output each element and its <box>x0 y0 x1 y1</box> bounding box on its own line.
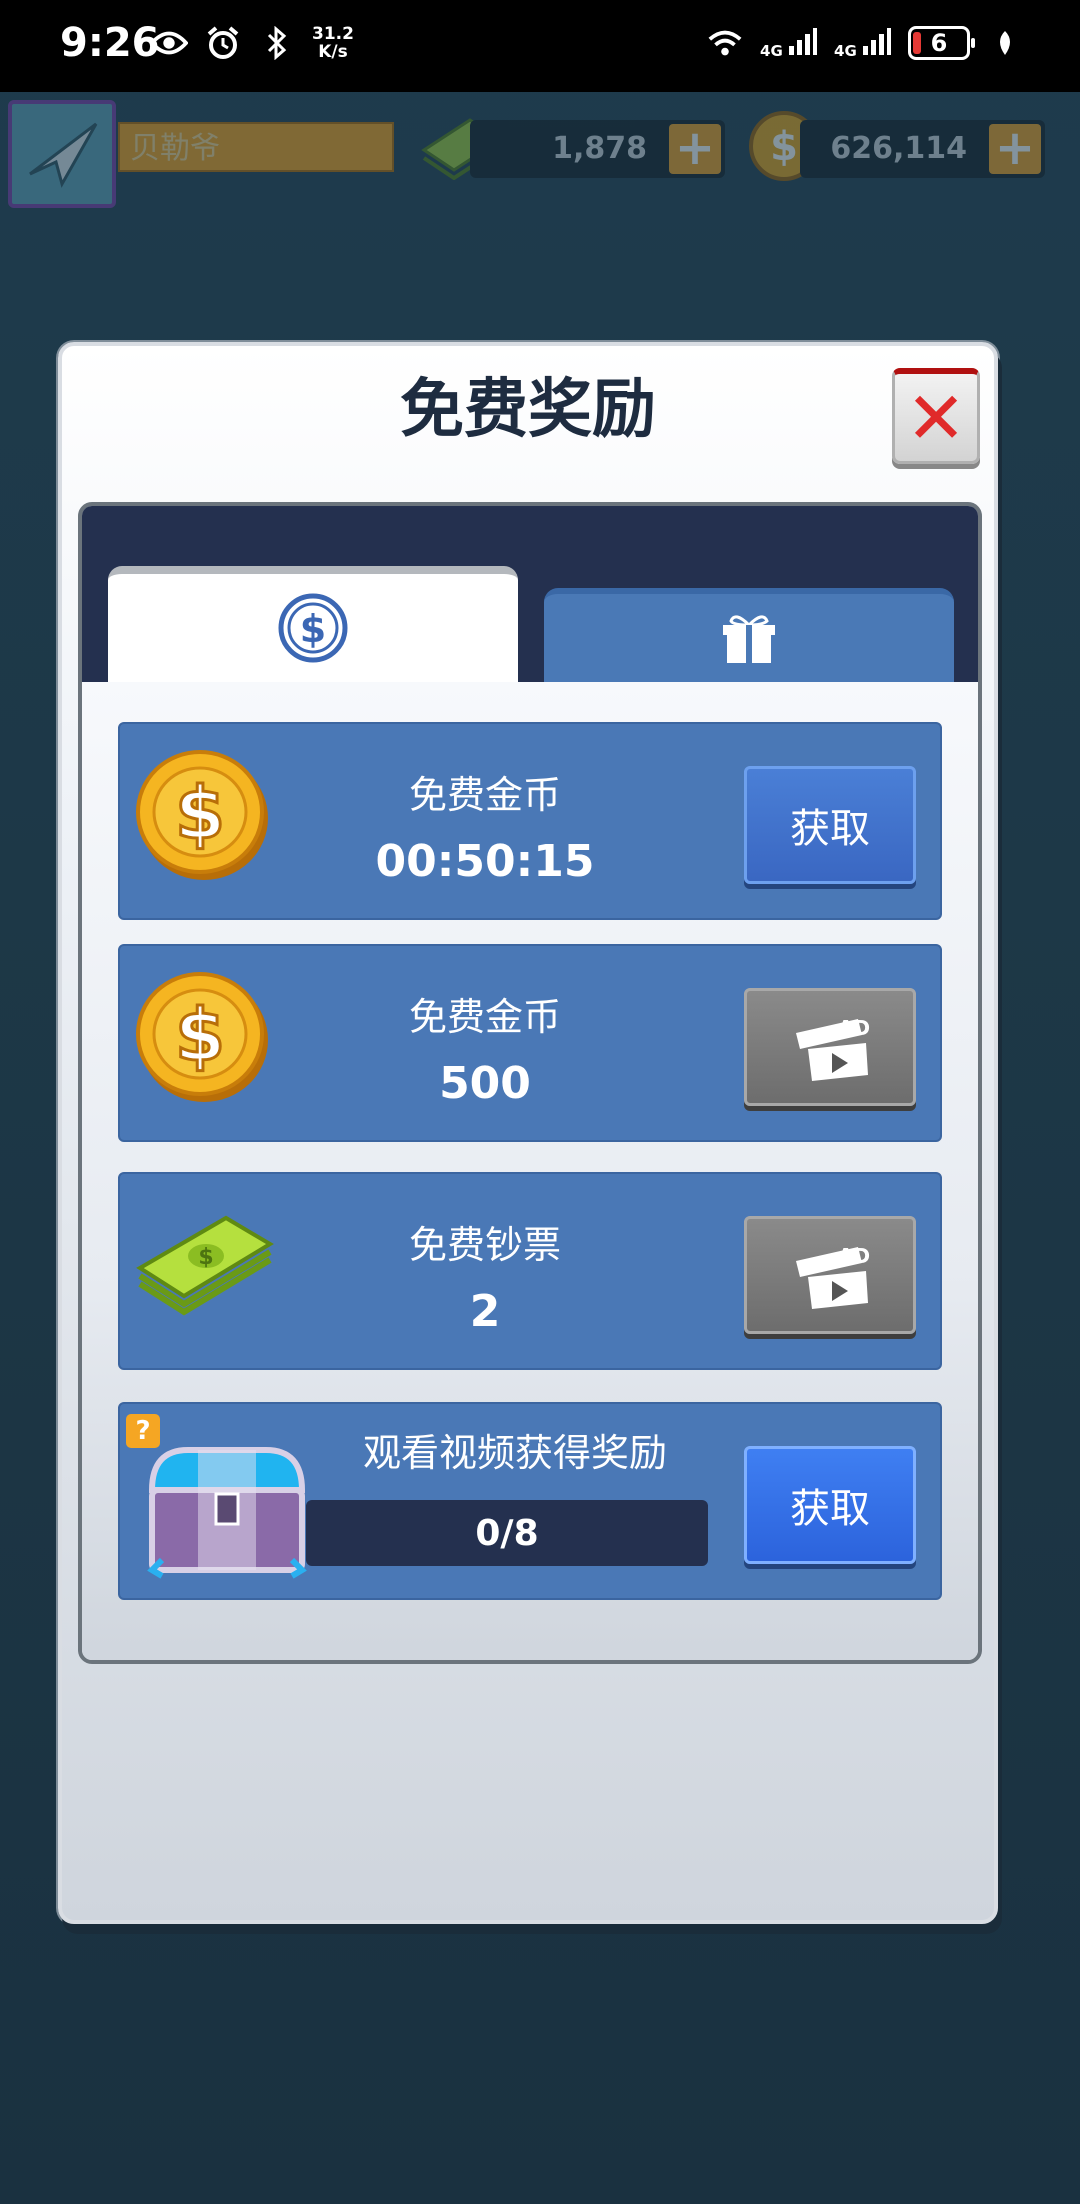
player-avatar[interactable] <box>8 100 116 208</box>
cash-amount: 1,878 <box>552 131 647 166</box>
signal-4g-1: 4G <box>760 26 818 60</box>
svg-text:$: $ <box>198 1245 213 1270</box>
cash-counter: 1,878 + <box>470 120 725 178</box>
reward-card-free-cash-ad: $ 免费钞票 2 AD <box>118 1172 942 1370</box>
add-coins-button[interactable]: + <box>989 124 1041 174</box>
rewards-list: $ 免费金币 00:50:15 获取 $ 免费金币 500 AD $ 免费钞票 … <box>82 682 978 1660</box>
reward-title: 免费钞票 <box>408 1223 561 1267</box>
signal-bars-icon <box>789 28 818 55</box>
battery-level: 6 <box>930 29 948 57</box>
bluetooth-icon <box>258 24 296 62</box>
chest-icon <box>138 1430 318 1584</box>
dialog-title: 免费奖励 <box>400 373 656 447</box>
gift-icon <box>723 615 775 663</box>
net-label-2: 4G <box>834 42 857 60</box>
close-button[interactable]: ✕ <box>892 368 980 464</box>
free-rewards-dialog: 免费奖励 ✕ $ $ 免费金币 00:50:15 获取 $ 免费金币 500 A… <box>58 342 998 1924</box>
tab-gifts[interactable] <box>544 588 954 682</box>
status-time: 9:26 <box>60 20 160 66</box>
reward-amount: 2 <box>469 1286 501 1337</box>
game-top-bar: 贝勒爷 1,878 + $ 626,114 + <box>0 96 1080 216</box>
alarm-icon <box>204 24 242 62</box>
watch-ad-button[interactable]: AD <box>744 988 916 1106</box>
watch-ad-button[interactable]: AD <box>744 1216 916 1334</box>
signal-bars-icon <box>863 28 891 55</box>
ad-video-icon: AD <box>796 1016 870 1081</box>
reward-card-free-coins-timer: $ 免费金币 00:50:15 获取 <box>118 722 942 920</box>
reward-card-free-coins-ad: $ 免费金币 500 AD <box>118 944 942 1142</box>
svg-text:$: $ <box>175 993 225 1077</box>
speed-unit: K/s <box>318 42 348 62</box>
net-label-1: 4G <box>760 42 783 60</box>
cash-icon: $ <box>134 1204 274 1328</box>
reward-title: 观看视频获得奖励 <box>362 1431 667 1475</box>
coin-amount: 626,114 <box>830 131 967 166</box>
reward-title: 免费金币 <box>408 995 561 1039</box>
reward-card-video-chest: ? 观看视频获得奖励 0/8 获取 <box>118 1402 942 1600</box>
ad-video-icon: AD <box>796 1244 870 1309</box>
signal-4g-2: 4G <box>834 26 892 60</box>
svg-text:$: $ <box>300 607 326 651</box>
add-cash-button[interactable]: + <box>669 124 721 174</box>
reward-timer: 00:50:15 <box>375 836 595 887</box>
dollar-icon: $ <box>278 593 348 663</box>
ad-label: AD <box>838 1244 870 1268</box>
rewards-panel: $ $ 免费金币 00:50:15 获取 $ 免费金币 500 AD $ 免费钞… <box>78 502 982 1664</box>
coin-icon: $ <box>134 966 274 1110</box>
paper-plane-icon <box>29 122 98 188</box>
player-name: 贝勒爷 <box>118 122 394 172</box>
tab-coins[interactable]: $ <box>108 566 518 682</box>
reward-title: 免费金币 <box>408 773 561 817</box>
close-icon: ✕ <box>905 375 967 460</box>
leaf-icon <box>986 24 1024 62</box>
wifi-icon <box>706 24 744 62</box>
svg-text:$: $ <box>175 771 225 855</box>
battery-icon: 6 <box>908 26 975 60</box>
reward-amount: 500 <box>439 1058 531 1109</box>
coin-icon: $ <box>134 744 274 888</box>
progress-label: 0/8 <box>475 1512 539 1554</box>
claim-chest-button[interactable]: 获取 <box>744 1446 916 1564</box>
speed-value: 31.2 <box>312 24 354 44</box>
claim-button[interactable]: 获取 <box>744 766 916 884</box>
tab-bar: $ <box>82 506 978 682</box>
eye-icon <box>150 24 188 62</box>
video-progress: 0/8 <box>306 1500 708 1566</box>
network-speed: 31.2 K/s <box>312 25 354 61</box>
ad-label: AD <box>838 1016 870 1040</box>
svg-text:$: $ <box>770 124 798 170</box>
status-bar: 9:26 31.2 K/s 4G 4G 6 <box>0 0 1080 92</box>
coin-counter: 626,114 + <box>800 120 1045 178</box>
